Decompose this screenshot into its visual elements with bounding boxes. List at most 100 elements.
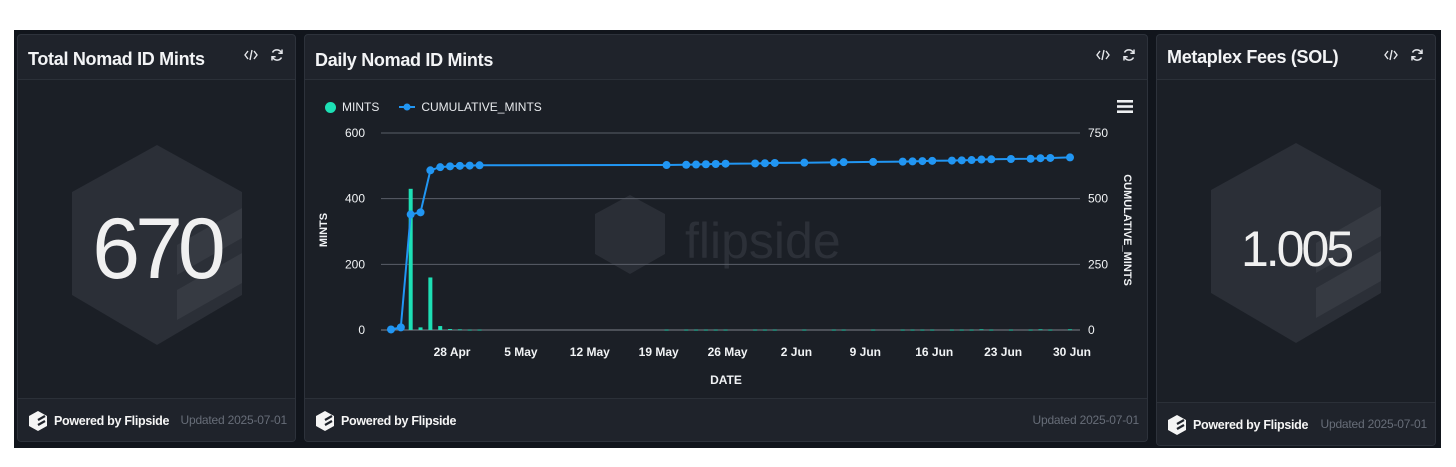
cumulative-mints-point <box>406 210 415 219</box>
cumulative-mints-point <box>387 325 395 334</box>
mints-bar <box>920 329 925 331</box>
updated-timestamp: Updated 2025-07-01 <box>180 413 288 427</box>
panel-footer: Powered by Flipside Updated 2025-07-01 <box>1157 402 1435 445</box>
cumulative-mints-point <box>760 159 769 168</box>
code-icon[interactable] <box>1383 47 1399 63</box>
y-tick-label: 400 <box>345 192 365 206</box>
chart-area: MINTS CUMULATIVE_MINTS flipside 0 200 400 6… <box>305 80 1147 399</box>
x-tick-label: 30 Jun <box>1053 345 1091 359</box>
updated-timestamp: Updated 2025-07-01 <box>1032 413 1140 427</box>
cumulative-mints-point <box>396 323 405 332</box>
mints-bar <box>900 329 905 331</box>
y-axis-title: MINTS <box>318 213 330 247</box>
mints-bar <box>949 329 954 331</box>
mints-bar <box>969 329 974 331</box>
powered-by-flipside-link[interactable]: Powered by Flipside <box>1167 414 1308 436</box>
powered-by-flipside-link[interactable]: Powered by Flipside <box>315 410 456 432</box>
mints-bar <box>1048 329 1053 331</box>
cumulative-mints-point <box>416 208 425 217</box>
x-tick-label: 16 Jun <box>915 345 953 359</box>
x-axis-title: DATE <box>710 373 742 387</box>
mints-bar <box>1028 329 1033 331</box>
updated-timestamp: Updated 2025-07-01 <box>1320 417 1428 431</box>
cumulative-mints-point <box>662 161 671 170</box>
cumulative-mints-point <box>1046 153 1055 162</box>
panel-body: 670 <box>18 80 295 399</box>
cumulative-mints-point <box>465 161 474 170</box>
cumulative-mints-point <box>918 157 927 166</box>
x-tick-label: 26 May <box>708 345 748 359</box>
mints-bar <box>772 329 777 331</box>
mints-bar <box>723 329 728 331</box>
cumulative-mints-point <box>977 155 986 164</box>
x-tick-label: 19 May <box>639 345 679 359</box>
panel-footer: Powered by Flipside Updated 2025-07-01 <box>18 398 295 441</box>
cumulative-mints-point <box>947 156 956 165</box>
mints-bar <box>989 329 994 331</box>
cumulative-mints-point <box>682 160 691 169</box>
panel-title: Metaplex Fees (SOL) <box>1167 47 1339 67</box>
code-icon[interactable] <box>1095 47 1111 63</box>
cumulative-mints-point <box>898 157 907 166</box>
panel-header: Metaplex Fees (SOL) <box>1157 35 1435 80</box>
refresh-icon[interactable] <box>1121 47 1137 63</box>
powered-by-flipside-link[interactable]: Powered by Flipside <box>28 410 169 432</box>
mints-bar <box>910 329 915 331</box>
mints-bar <box>831 329 836 331</box>
y-tick-label: 600 <box>345 126 365 140</box>
mints-bar <box>979 329 984 331</box>
cumulative-mints-point <box>1066 153 1074 162</box>
x-tick-label: 23 Jun <box>984 345 1022 359</box>
mints-bar <box>418 327 423 330</box>
cumulative-mints-point <box>1026 154 1035 163</box>
x-tick-label: 12 May <box>570 345 610 359</box>
cumulative-mints-point <box>908 157 917 166</box>
y2-tick-label: 500 <box>1088 192 1108 206</box>
mints-bar <box>871 329 876 331</box>
cumulative-mints-point <box>829 158 838 167</box>
y-tick-label: 200 <box>345 257 365 271</box>
panel-title: Total Nomad ID Mints <box>28 49 205 69</box>
cumulative-mints-point <box>869 157 878 166</box>
cumulative-mints-point <box>770 158 779 167</box>
cumulative-mints-point <box>1036 154 1045 163</box>
x-tick-label: 28 Apr <box>434 345 471 359</box>
mints-bar <box>457 329 462 331</box>
cumulative-mints-point <box>455 161 464 170</box>
watermark-text: flipside <box>685 213 841 269</box>
dashboard-row: Total Nomad ID Mints 670 Powered by Flip… <box>14 30 1441 448</box>
cumulative-mints-point <box>436 163 445 172</box>
y2-tick-label: 250 <box>1088 257 1108 271</box>
flipside-logo-icon <box>1168 415 1186 435</box>
mints-bar <box>841 329 846 331</box>
x-tick-label: 9 Jun <box>850 345 881 359</box>
mints-bar <box>959 329 964 331</box>
x-tick-label: 5 May <box>504 345 538 359</box>
cumulative-mints-point <box>967 156 976 165</box>
mints-bar <box>930 329 935 331</box>
mints-bar <box>684 329 689 331</box>
cumulative-mints-point <box>987 155 996 164</box>
refresh-icon[interactable] <box>269 47 285 63</box>
mints-bar <box>438 326 443 330</box>
mints-bar <box>428 277 433 330</box>
mints-bar <box>1008 329 1013 331</box>
mints-bar <box>477 329 482 331</box>
y2-axis-title: CUMULATIVE_MINTS <box>1121 174 1133 286</box>
panel-body: 1.005 <box>1157 80 1435 403</box>
code-icon[interactable] <box>243 47 259 63</box>
metaplex-fees-value: 1.005 <box>1240 221 1354 277</box>
mints-bar <box>664 329 669 331</box>
refresh-icon[interactable] <box>1409 47 1425 63</box>
cumulative-mints-point <box>475 161 484 170</box>
mints-bar <box>703 329 708 331</box>
mints-bar <box>753 329 758 331</box>
flipside-logo-icon <box>316 411 334 431</box>
panel-header: Daily Nomad ID Mints <box>305 35 1147 80</box>
flipside-logo-icon <box>29 411 47 431</box>
cumulative-mints-point <box>839 158 848 167</box>
total-mints-panel: Total Nomad ID Mints 670 Powered by Flip… <box>17 34 296 442</box>
cumulative-mints-point <box>957 156 966 165</box>
cumulative-mints-point <box>751 159 760 168</box>
mints-bar <box>694 329 699 331</box>
